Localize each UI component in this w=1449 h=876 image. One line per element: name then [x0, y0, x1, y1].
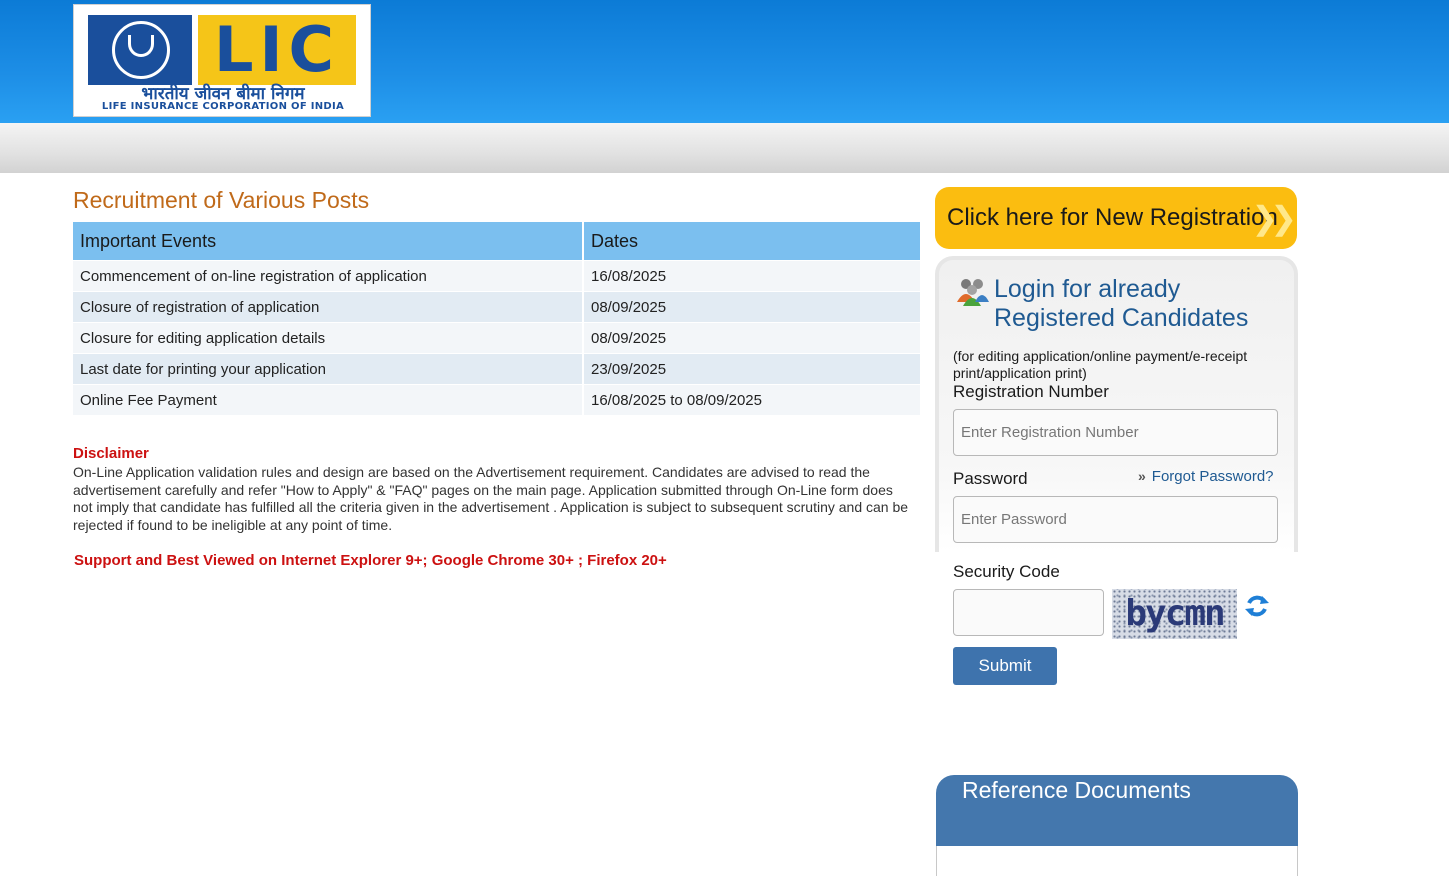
reference-documents-header: Reference Documents: [936, 775, 1298, 846]
double-chevron-right-icon: ❯❯: [1251, 200, 1297, 236]
table-row: Closure for editing application details …: [73, 322, 922, 354]
event-cell: Online Fee Payment: [73, 384, 584, 415]
date-cell: 08/09/2025: [583, 291, 922, 323]
captcha-image: bycmn: [1112, 589, 1237, 639]
table-row: Online Fee Payment 16/08/2025 to 08/09/2…: [73, 384, 922, 415]
column-header-events: Important Events: [73, 222, 584, 261]
registration-number-input[interactable]: [953, 409, 1278, 456]
login-subtitle: (for editing application/online payment/…: [953, 348, 1248, 381]
event-cell: Closure for editing application details: [73, 322, 584, 354]
event-cell: Closure of registration of application: [73, 291, 584, 323]
refresh-icon[interactable]: [1244, 593, 1270, 619]
new-registration-button[interactable]: Click here for New Registration ❯❯: [935, 187, 1297, 249]
security-code-input[interactable]: [953, 589, 1104, 636]
date-cell: 23/09/2025: [583, 353, 922, 385]
lic-emblem-icon: [88, 15, 192, 85]
date-cell: 16/08/2025 to 08/09/2025: [583, 384, 922, 415]
browser-support-note: Support and Best Viewed on Internet Expl…: [74, 552, 667, 569]
new-registration-label: Click here for New Registration: [947, 204, 1278, 231]
disclaimer-title: Disclaimer: [73, 445, 149, 462]
password-label: Password: [953, 469, 1028, 488]
logo-brand-text: LIC: [198, 15, 356, 85]
event-cell: Commencement of on-line registration of …: [73, 260, 584, 292]
password-input[interactable]: [953, 496, 1278, 543]
logo-english-name: LIFE INSURANCE CORPORATION OF INDIA: [101, 101, 345, 112]
table-row: Last date for printing your application …: [73, 353, 922, 385]
date-cell: 08/09/2025: [583, 322, 922, 354]
site-header: LIC भारतीय जीवन बीमा निगम LIFE INSURANCE…: [0, 0, 1449, 123]
page-title: Recruitment of Various Posts: [73, 187, 370, 213]
forgot-password-link[interactable]: » Forgot Password?: [1138, 468, 1274, 485]
disclaimer-text: On-Line Application validation rules and…: [73, 464, 909, 533]
column-header-dates: Dates: [583, 222, 922, 261]
users-icon: [957, 279, 989, 306]
lic-logo[interactable]: LIC भारतीय जीवन बीमा निगम LIFE INSURANCE…: [73, 4, 371, 117]
table-row: Closure of registration of application 0…: [73, 291, 922, 323]
important-events-table: Important Events Dates Commencement of o…: [73, 222, 922, 415]
submit-button[interactable]: Submit: [953, 647, 1057, 685]
forgot-password-label: Forgot Password?: [1151, 468, 1274, 485]
security-code-label: Security Code: [953, 562, 1060, 581]
nav-bar: [0, 123, 1449, 173]
double-chevron-right-icon: »: [1138, 468, 1146, 484]
table-row: Commencement of on-line registration of …: [73, 260, 922, 292]
table-header-row: Important Events Dates: [73, 222, 922, 261]
login-title: Login for already Registered Candidates: [994, 275, 1249, 332]
date-cell: 16/08/2025: [583, 260, 922, 292]
reference-documents-panel: [936, 846, 1298, 876]
event-cell: Last date for printing your application: [73, 353, 584, 385]
registration-number-label: Registration Number: [953, 382, 1109, 401]
